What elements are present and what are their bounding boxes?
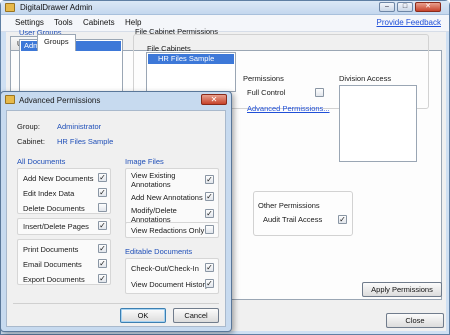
full-control-checkbox[interactable] — [315, 88, 324, 97]
file-cabinet-item-selected[interactable]: HR Files Sample — [148, 54, 234, 64]
perm-insert-delete-pages-checkbox[interactable]: ✓ — [98, 221, 107, 230]
menu-settings[interactable]: Settings — [15, 18, 44, 27]
menu-tools[interactable]: Tools — [54, 18, 73, 27]
perm-email-documents-label: Email Documents — [23, 260, 82, 269]
division-access-list[interactable] — [339, 85, 417, 162]
perm-view-redactions-only-label: View Redactions Only — [131, 226, 205, 235]
apply-permissions-button[interactable]: Apply Permissions — [362, 282, 442, 297]
perm-edit-index-data-label: Edit Index Data — [23, 189, 75, 198]
advanced-permissions-link[interactable]: Advanced Permissions... — [247, 104, 330, 113]
perm-print-documents-label: Print Documents — [23, 245, 79, 254]
image-files-header: Image Files — [125, 157, 164, 166]
perm-insert-delete-pages-label: Insert/Delete Pages — [23, 222, 89, 231]
dialog-drawer-icon — [5, 95, 15, 104]
main-titlebar[interactable]: DigitalDrawer Admin – □ ✕ — [1, 1, 449, 15]
menu-help[interactable]: Help — [125, 18, 141, 27]
menu-cabinets[interactable]: Cabinets — [83, 18, 115, 27]
division-access-header: Division Access — [339, 74, 392, 83]
audit-trail-label: Audit Trail Access — [263, 215, 323, 224]
advanced-permissions-dialog: Advanced Permissions ✕ Group: Administra… — [0, 91, 232, 332]
provide-feedback-link[interactable]: Provide Feedback — [377, 18, 441, 27]
cabinet-value: HR Files Sample — [57, 137, 114, 146]
perm-modify-delete-annotations-checkbox[interactable]: ✓ — [205, 209, 214, 218]
perm-view-document-history-checkbox[interactable]: ✓ — [205, 279, 214, 288]
perm-edit-index-data-checkbox[interactable]: ✓ — [98, 188, 107, 197]
perm-add-new-documents-label: Add New Documents — [23, 174, 94, 183]
other-permissions-group — [253, 191, 353, 236]
minimize-icon[interactable]: – — [379, 2, 395, 12]
dialog-title: Advanced Permissions — [19, 96, 101, 105]
perm-print-documents-checkbox[interactable]: ✓ — [98, 244, 107, 253]
close-button[interactable]: Close — [386, 313, 444, 328]
all-documents-header: All Documents — [17, 157, 66, 166]
cancel-button[interactable]: Cancel — [173, 308, 219, 323]
maximize-icon[interactable]: □ — [397, 2, 413, 12]
menubar: Settings Tools Cabinets Help Provide Fee… — [1, 15, 449, 32]
window-title: DigitalDrawer Admin — [20, 3, 93, 12]
other-permissions-label: Other Permissions — [258, 201, 320, 210]
perm-delete-documents-label: Delete Documents — [23, 204, 85, 213]
perm-add-new-annotations-checkbox[interactable]: ✓ — [205, 192, 214, 201]
perm-export-documents-checkbox[interactable]: ✓ — [98, 274, 107, 283]
dialog-close-icon[interactable]: ✕ — [201, 94, 227, 105]
perm-export-documents-label: Export Documents — [23, 275, 85, 284]
perm-check-out-check-in-checkbox[interactable]: ✓ — [205, 263, 214, 272]
perm-view-existing-annotations-checkbox[interactable]: ✓ — [205, 175, 214, 184]
audit-trail-checkbox[interactable]: ✓ — [338, 215, 347, 224]
app-drawer-icon — [5, 3, 15, 12]
tab-groups[interactable]: Groups — [37, 34, 76, 51]
perm-delete-documents-checkbox[interactable] — [98, 203, 107, 212]
perm-email-documents-checkbox[interactable]: ✓ — [98, 259, 107, 268]
window-close-icon[interactable]: ✕ — [415, 2, 441, 12]
ok-button[interactable]: OK — [120, 308, 166, 323]
perm-add-new-documents-checkbox[interactable]: ✓ — [98, 173, 107, 182]
perm-add-new-annotations-label: Add New Annotations — [131, 193, 203, 202]
perm-check-out-check-in-label: Check-Out/Check-In — [131, 264, 199, 273]
group-label: Group: — [17, 122, 40, 131]
perm-view-redactions-only-checkbox[interactable] — [205, 225, 214, 234]
group-value: Administrator — [57, 122, 102, 131]
dialog-titlebar[interactable]: Advanced Permissions ✕ — [1, 92, 231, 108]
dialog-separator — [13, 303, 219, 304]
perm-view-existing-annotations-label: View Existing Annotations — [131, 171, 176, 189]
editable-documents-header: Editable Documents — [125, 247, 193, 256]
perm-view-document-history-label: View Document History — [131, 280, 209, 289]
file-cabinets-list[interactable]: HR Files Sample — [146, 52, 236, 92]
cabinet-label: Cabinet: — [17, 137, 45, 146]
dialog-body: Group: Administrator Cabinet: HR Files S… — [6, 110, 226, 327]
full-control-label: Full Control — [247, 88, 286, 97]
permissions-header: Permissions — [243, 74, 284, 83]
